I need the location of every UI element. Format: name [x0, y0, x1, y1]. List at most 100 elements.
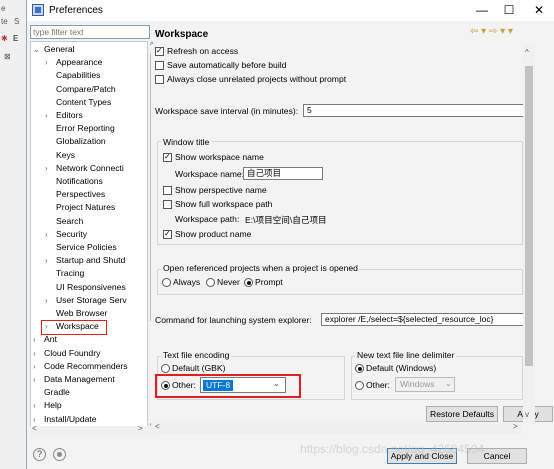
tree-item-label: Project Natures	[56, 202, 116, 213]
workspace-name-label: Workspace name:	[175, 169, 245, 179]
chevron-down-icon: ⌄	[273, 379, 280, 388]
delimiter-default-radio[interactable]	[355, 364, 364, 373]
open-referenced-group-label: Open referenced projects when a project …	[161, 263, 360, 273]
show-product-name-label: Show product name	[175, 229, 252, 239]
tree-item-label: Security	[56, 228, 88, 239]
scroll-right-icon[interactable]: >	[513, 422, 518, 431]
scroll-up-icon[interactable]: ^	[525, 48, 529, 57]
collapsed-arrow-icon[interactable]: ›	[45, 162, 48, 175]
collapsed-arrow-icon[interactable]: ›	[33, 333, 36, 346]
show-full-path-checkbox[interactable]	[163, 200, 172, 209]
collapsed-arrow-icon[interactable]: ›	[45, 294, 48, 307]
title-bar: Preferences — ☐ ✕	[27, 0, 554, 21]
scroll-down-icon[interactable]: v	[525, 410, 529, 419]
tree-item-label: Compare/Patch	[56, 83, 116, 94]
show-product-name-checkbox[interactable]	[163, 229, 172, 239]
tree-item[interactable]: Project Natures	[31, 201, 147, 214]
encoding-select-value: UTF-8	[203, 380, 234, 391]
refresh-on-access-checkbox[interactable]	[155, 46, 164, 56]
workspace-path-label: Workspace path:	[175, 214, 240, 224]
workspace-path-value: E:\项目空间\自己项目	[245, 215, 327, 225]
tree-item[interactable]: Perspectives	[31, 188, 147, 201]
tree-item[interactable]: Globalization	[31, 135, 147, 148]
prompt-radio[interactable]	[244, 278, 253, 287]
collapsed-arrow-icon[interactable]: ›	[45, 56, 48, 69]
scroll-left-icon[interactable]: <	[155, 422, 160, 431]
tree-item[interactable]: › Help	[31, 399, 147, 412]
close-button[interactable]: ✕	[524, 0, 554, 21]
tree-item[interactable]: Notifications	[31, 175, 147, 188]
tree-item-label: Perspectives	[56, 189, 106, 200]
maximize-button[interactable]: ☐	[494, 0, 524, 21]
restore-defaults-button[interactable]: Restore Defaults	[426, 406, 498, 422]
delimiter-other-radio[interactable]	[355, 381, 364, 390]
scroll-left-icon[interactable]: <	[32, 424, 37, 433]
page-vertical-scrollbar[interactable]: ^ v	[523, 44, 535, 424]
tree-item[interactable]: Error Reporting	[31, 122, 147, 135]
workspace-name-input[interactable]: 自己项目	[243, 167, 323, 180]
tree-item[interactable]: › Code Recommenders	[31, 360, 147, 373]
tree-item[interactable]: › Editors	[31, 109, 147, 122]
save-interval-input[interactable]: 5	[303, 104, 525, 117]
always-radio[interactable]	[162, 278, 171, 287]
collapsed-arrow-icon[interactable]: ›	[45, 228, 48, 241]
expanded-arrow-icon[interactable]: ⌄	[33, 43, 40, 56]
tree-item[interactable]: Web Browser	[31, 307, 147, 320]
tree-item[interactable]: › Data Management	[31, 373, 147, 386]
encoding-default-label: Default (GBK)	[172, 363, 226, 373]
import-export-icon[interactable]	[53, 448, 66, 461]
never-radio[interactable]	[206, 278, 215, 287]
tree-item[interactable]: Service Policies	[31, 241, 147, 254]
tree-item[interactable]: › Network Connecti	[31, 162, 147, 175]
encoding-default-radio[interactable]	[161, 364, 170, 373]
chevron-down-icon: ⌄	[445, 379, 452, 388]
delimiter-select[interactable]: Windows ⌄	[395, 377, 455, 392]
scroll-right-icon[interactable]: >	[138, 424, 143, 433]
tree-item[interactable]: ⌄ General	[31, 43, 147, 56]
tree-item-label: User Storage Serv	[56, 294, 127, 305]
explorer-command-input[interactable]: explorer /E,/select=${selected_resource_…	[321, 313, 525, 326]
encoding-select[interactable]: UTF-8 ⌄	[200, 377, 286, 393]
encoding-other-radio[interactable]	[161, 381, 170, 390]
collapsed-arrow-icon[interactable]: ›	[33, 399, 36, 412]
tree-item[interactable]: Search	[31, 215, 147, 228]
collapsed-arrow-icon[interactable]: ›	[33, 347, 36, 360]
tree-item[interactable]: Keys	[31, 149, 147, 162]
collapsed-arrow-icon[interactable]: ›	[33, 360, 36, 373]
collapsed-arrow-icon[interactable]: ›	[45, 254, 48, 267]
collapsed-arrow-icon[interactable]: ›	[45, 109, 48, 122]
tree-item[interactable]: UI Responsivenes	[31, 281, 147, 294]
tree-horizontal-scrollbar[interactable]: < >	[30, 424, 148, 436]
window-title-group-label: Window title	[161, 137, 212, 147]
page-horizontal-scrollbar[interactable]: < >	[151, 422, 523, 434]
help-icon[interactable]: ?	[33, 448, 46, 461]
tree-item[interactable]: › Security	[31, 228, 147, 241]
tree-item[interactable]: Compare/Patch	[31, 83, 147, 96]
always-close-checkbox[interactable]	[155, 75, 164, 84]
show-workspace-name-checkbox[interactable]	[163, 152, 172, 162]
tree-item-label: Ant	[44, 334, 57, 345]
tree-item[interactable]: › Startup and Shutd	[31, 254, 147, 267]
tree-item-label: Cloud Foundry	[44, 347, 101, 358]
show-perspective-checkbox[interactable]	[163, 186, 172, 195]
history-nav-arrows[interactable]: ⇦ ▾ ⇨ ▾ ▾	[470, 26, 513, 37]
tree-item[interactable]: Tracing	[31, 267, 147, 280]
filter-input[interactable]	[30, 25, 150, 39]
tree-item[interactable]: › Install/Update	[31, 413, 147, 426]
tree-item[interactable]: › Appearance	[31, 56, 147, 69]
bg-text: te	[1, 17, 8, 26]
tree-item-label: Tracing	[56, 268, 85, 279]
tree-item[interactable]: Gradle	[31, 386, 147, 399]
page-scroll-thumb[interactable]	[525, 66, 533, 366]
tree-item[interactable]: Capabilities	[31, 69, 147, 82]
tree-item[interactable]: › Ant	[31, 333, 147, 346]
delimiter-select-value: Windows	[400, 379, 435, 389]
tree-item-label: Gradle	[44, 387, 70, 398]
collapsed-arrow-icon[interactable]: ›	[33, 373, 36, 386]
workspace-highlight-box	[41, 320, 107, 335]
minimize-button[interactable]: —	[467, 0, 497, 21]
tree-item[interactable]: › User Storage Serv	[31, 294, 147, 307]
tree-item[interactable]: Content Types	[31, 96, 147, 109]
tree-item[interactable]: › Cloud Foundry	[31, 347, 147, 360]
save-automatically-checkbox[interactable]	[155, 61, 164, 70]
